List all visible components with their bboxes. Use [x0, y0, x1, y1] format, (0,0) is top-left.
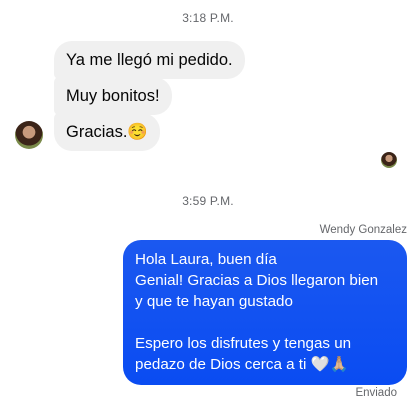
incoming-message[interactable]: Muy bonitos! [54, 77, 172, 115]
message-line: Hola Laura, buen día [135, 251, 277, 268]
incoming-message[interactable]: Ya me llegó mi pedido. [54, 41, 245, 79]
incoming-message[interactable]: Gracias.☺️ [54, 113, 160, 151]
message-line: pedazo de Dios cerca a ti 🤍🙏🏼 [135, 356, 349, 373]
read-receipt-avatar [381, 152, 397, 168]
delivery-status: Enviado [355, 387, 397, 399]
sender-name: Wendy Gonzalez [319, 224, 407, 236]
message-line: Genial! Gracias a Dios llegaron bien [135, 272, 379, 289]
message-line: y que te hayan gustado [135, 293, 293, 310]
timestamp: 3:18 P.M. [182, 11, 234, 25]
timestamp: 3:59 P.M. [182, 194, 234, 208]
message-line: Espero los disfrutes y tengas un [135, 335, 352, 352]
paragraph-break [135, 312, 394, 333]
outgoing-message[interactable]: Hola Laura, buen día Genial! Gracias a D… [123, 240, 407, 385]
contact-avatar[interactable] [15, 121, 43, 149]
